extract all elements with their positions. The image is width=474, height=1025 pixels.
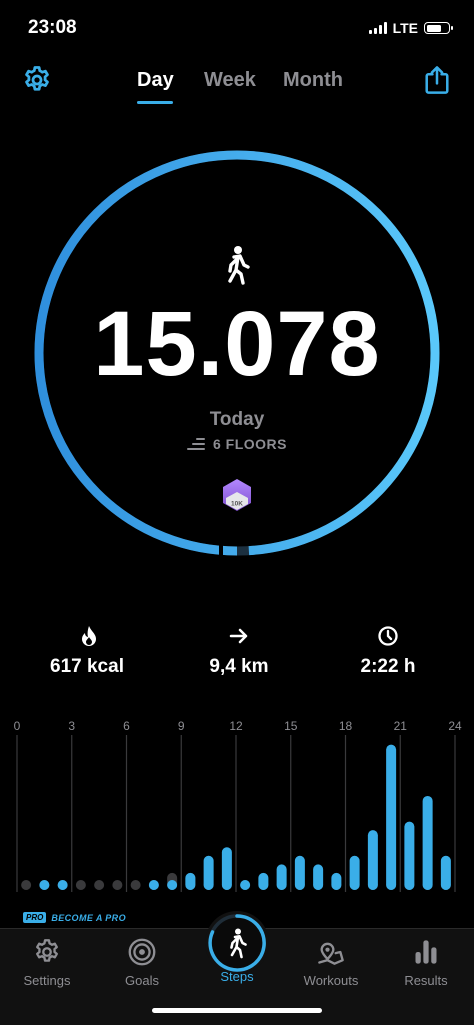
comparison-bar: [130, 880, 141, 890]
nav-results-label: Results: [404, 973, 448, 988]
clock-icon: [378, 626, 398, 646]
floors-row: 6 FLOORS: [0, 436, 474, 452]
stairs-icon: [186, 438, 205, 450]
status-indicators: LTE: [368, 20, 453, 36]
battery-icon: [424, 22, 453, 34]
comparison-bar: [94, 880, 105, 890]
step-count: 15.078: [93, 293, 381, 395]
hour-tick-label: 0: [14, 719, 21, 733]
hour-bar: [386, 744, 397, 890]
tab-month[interactable]: Month: [283, 69, 343, 92]
calories-value: 617 kcal: [50, 656, 124, 677]
nav-steps[interactable]: [204, 910, 270, 976]
distance-value: 9,4 km: [209, 656, 269, 677]
gear-icon[interactable]: [22, 65, 52, 95]
active-tab-indicator: [137, 101, 173, 104]
nav-settings[interactable]: Settings: [7, 938, 87, 988]
hour-bar: [240, 880, 251, 890]
arrow-right-icon: [229, 628, 248, 644]
walker-icon: [228, 246, 250, 285]
nav-steps-label: Steps: [220, 969, 254, 984]
hour-tick-label: 18: [339, 719, 353, 733]
signal-icon: [368, 22, 387, 34]
hour-tick-label: 15: [284, 719, 298, 733]
hour-bar: [422, 795, 433, 890]
hourly-steps-chart: 0 3 6 9 12 15 18 21 24: [14, 719, 462, 892]
nav-workouts-label: Workouts: [303, 973, 359, 988]
hour-bar: [148, 880, 159, 890]
achievement-badge[interactable]: 10K: [220, 478, 254, 512]
floors-count: 6 FLOORS: [212, 436, 287, 452]
hour-bar: [203, 855, 214, 890]
bar-chart-icon: [415, 940, 437, 964]
comparison-bar: [21, 880, 32, 890]
hour-bar: [221, 847, 232, 890]
hour-tick-label: 9: [178, 719, 185, 733]
hour-bar: [440, 855, 451, 890]
nav-workouts[interactable]: Workouts: [291, 938, 371, 988]
nav-goals-label: Goals: [125, 973, 159, 988]
hour-bar: [331, 872, 342, 890]
hour-bar: [276, 864, 287, 890]
hour-bar: [39, 880, 50, 890]
hour-bar: [367, 830, 378, 890]
flame-icon: [82, 626, 96, 646]
target-icon: [128, 938, 156, 966]
comparison-bar: [75, 880, 86, 890]
hour-tick-label: 21: [394, 719, 408, 733]
hour-tick-label: 24: [448, 719, 462, 733]
pro-badge: PRO: [23, 912, 47, 923]
hour-bar: [294, 855, 305, 890]
hour-bar: [57, 880, 68, 890]
period-label: Today: [209, 409, 265, 430]
hour-tick-label: 6: [123, 719, 130, 733]
hour-bar: [349, 855, 360, 890]
become-pro-link[interactable]: PRO BECOME A PRO: [23, 912, 126, 923]
nav-goals[interactable]: Goals: [102, 938, 182, 988]
hour-bar: [404, 821, 415, 890]
nav-results[interactable]: Results: [386, 938, 466, 988]
tab-day[interactable]: Day: [137, 69, 174, 92]
status-time: 23:08: [28, 17, 77, 38]
home-indicator: [152, 1008, 322, 1013]
hour-bar: [313, 864, 324, 890]
hour-bar: [185, 872, 196, 890]
hour-tick-label: 12: [229, 719, 243, 733]
comparison-bar: [112, 880, 123, 890]
hour-bar: [167, 880, 178, 890]
gear-icon: [36, 939, 58, 962]
network-type: LTE: [392, 20, 418, 36]
become-pro-label: BECOME A PRO: [51, 912, 126, 923]
nav-settings-label: Settings: [23, 973, 71, 988]
badge-label: 10K: [231, 501, 243, 508]
hour-tick-label: 3: [68, 719, 75, 733]
hour-bar: [258, 872, 269, 890]
tab-week[interactable]: Week: [204, 69, 256, 92]
map-pin-icon: [318, 942, 344, 965]
duration-value: 2:22 h: [360, 656, 416, 677]
share-icon[interactable]: [423, 64, 451, 96]
